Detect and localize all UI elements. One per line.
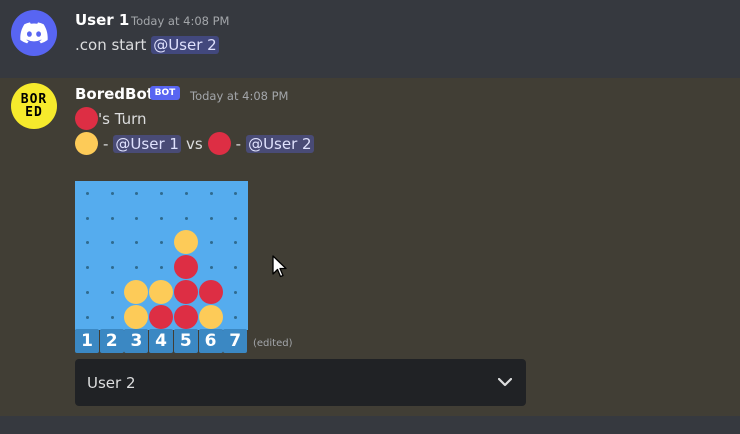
column-number-1: 1 — [75, 329, 99, 354]
board-cell-r2-c7 — [223, 205, 249, 231]
board-cell-r2-c1 — [75, 205, 100, 231]
red-circle-icon — [207, 132, 231, 155]
separator: - — [103, 134, 109, 153]
chevron-down-icon — [498, 378, 512, 387]
column-number-6: 6 — [198, 329, 223, 354]
board-cell-r3-c6 — [198, 230, 224, 256]
mention-user2[interactable]: @User 2 — [151, 36, 219, 54]
board-cell-r6-c2 — [99, 304, 125, 330]
board-cell-r6-c1 — [75, 304, 100, 330]
board-cell-r4-c4 — [149, 255, 175, 281]
board-cell-r1-c7 — [223, 181, 249, 206]
avatar-text-bottom: ED — [25, 105, 43, 120]
board-cell-r1-c2 — [99, 181, 125, 206]
column-number-7: 7 — [223, 329, 248, 354]
connect-four-board: 1234567 — [75, 181, 249, 355]
board-cell-r2-c5 — [173, 205, 199, 231]
board-cell-r2-c6 — [198, 205, 224, 231]
board-cell-r1-c3 — [124, 181, 150, 206]
board-cell-r4-c5 — [173, 255, 199, 281]
board-cell-r4-c2 — [99, 255, 125, 281]
yellow-piece — [149, 279, 174, 304]
board-cell-r2-c2 — [99, 205, 125, 231]
board-cell-r3-c4 — [149, 230, 175, 256]
yellow-piece — [198, 304, 223, 329]
turn-line: 's Turn — [75, 107, 147, 130]
board-cell-r5-c6 — [198, 279, 224, 305]
board-cell-r4-c3 — [124, 255, 150, 281]
board-cell-r6-c6 — [198, 304, 224, 330]
players-line: - @User 1 vs - @User 2 — [75, 132, 314, 155]
board-cell-r3-c5 — [173, 230, 199, 256]
user-select-dropdown[interactable]: User 2 — [75, 359, 526, 406]
board-cell-r1-c5 — [173, 181, 199, 206]
board-cell-r1-c4 — [149, 181, 175, 206]
edited-label: (edited) — [253, 338, 293, 349]
board-cell-r4-c1 — [75, 255, 100, 281]
mention-user1[interactable]: @User 1 — [113, 134, 181, 153]
board-cell-r3-c2 — [99, 230, 125, 256]
red-circle-icon — [75, 107, 98, 130]
message1-text: .con start — [75, 36, 147, 54]
red-piece — [173, 304, 198, 329]
column-number-5: 5 — [173, 329, 198, 354]
board-cell-r6-c5 — [173, 304, 199, 330]
red-piece — [198, 279, 223, 304]
user1-username[interactable]: User 1 — [75, 11, 129, 29]
yellow-piece — [124, 304, 149, 329]
bottom-bar — [0, 416, 740, 434]
bot-badge: BOT — [150, 86, 180, 100]
board-cell-r5-c5 — [173, 279, 199, 305]
column-number-4: 4 — [149, 329, 174, 354]
board-cell-r5-c4 — [149, 279, 175, 305]
red-piece — [173, 279, 198, 304]
mouse-cursor-icon — [272, 255, 287, 278]
board-cell-r3-c7 — [223, 230, 249, 256]
red-piece — [149, 304, 174, 329]
mention-user2[interactable]: @User 2 — [246, 134, 314, 153]
message2-timestamp: Today at 4:08 PM — [190, 89, 289, 103]
user1-avatar[interactable] — [11, 10, 57, 56]
discord-logo-icon — [20, 22, 48, 44]
message1-timestamp: Today at 4:08 PM — [131, 14, 230, 28]
board-cell-r4-c7 — [223, 255, 249, 281]
board-cell-r5-c3 — [124, 279, 150, 305]
board-cell-r3-c3 — [124, 230, 150, 256]
board-cell-r2-c4 — [149, 205, 175, 231]
board-cell-r5-c7 — [223, 279, 249, 305]
turn-text: 's Turn — [98, 109, 147, 128]
board-cell-r6-c4 — [149, 304, 175, 330]
vs-text: vs — [185, 134, 203, 153]
boredbot-username[interactable]: BoredBot — [75, 85, 154, 103]
board-cell-r1-c6 — [198, 181, 224, 206]
board-cell-r3-c1 — [75, 230, 100, 256]
board-cell-r2-c3 — [124, 205, 150, 231]
board-cell-r5-c1 — [75, 279, 100, 305]
yellow-circle-icon — [75, 132, 98, 155]
board-cell-r6-c7 — [223, 304, 249, 330]
boredbot-avatar[interactable]: BOR ED — [11, 83, 57, 129]
separator: - — [235, 134, 242, 153]
board-cell-r5-c2 — [99, 279, 125, 305]
message1-content: .con start @User 2 — [75, 36, 219, 54]
board-cell-r4-c6 — [198, 255, 224, 281]
board-cell-r1-c1 — [75, 181, 100, 206]
select-value: User 2 — [87, 373, 136, 392]
board-cell-r6-c3 — [124, 304, 150, 330]
column-number-3: 3 — [124, 329, 149, 354]
column-number-2: 2 — [99, 329, 124, 354]
red-piece — [173, 255, 198, 280]
